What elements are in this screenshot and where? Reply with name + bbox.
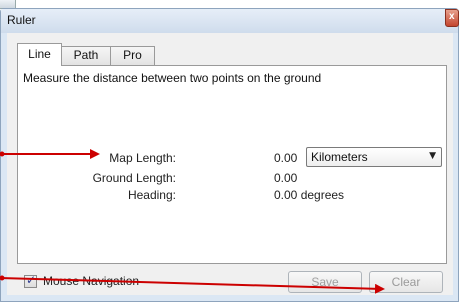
- ground-length-value: 0.00: [274, 171, 298, 185]
- chevron-down-icon: ▼: [429, 151, 436, 161]
- mouse-navigation-checkbox[interactable]: ✓: [24, 273, 37, 288]
- panel-description: Measure the distance between two points …: [23, 71, 322, 85]
- close-icon: x: [449, 11, 455, 22]
- close-button[interactable]: x: [445, 9, 459, 27]
- ground-length-label: Ground Length:: [92, 171, 176, 185]
- heading-label: Heading:: [127, 188, 176, 202]
- dialog-footer: ✓ Mouse Navigation Save Clear: [7, 269, 453, 295]
- clear-button[interactable]: Clear: [369, 271, 443, 293]
- line-tab-panel: Measure the distance between two points …: [17, 65, 447, 264]
- tab-line[interactable]: Line: [17, 43, 62, 66]
- units-select-value: Kilometers: [311, 150, 368, 164]
- screenshot-stage: Ruler x Line Path Pro Measure the distan…: [0, 0, 459, 302]
- title-bar[interactable]: Ruler x: [1, 9, 459, 33]
- dialog-client-area: Line Path Pro Measure the distance betwe…: [7, 33, 453, 295]
- heading-value: 0.00 degrees: [274, 188, 345, 202]
- tab-path[interactable]: Path: [61, 46, 111, 65]
- save-button[interactable]: Save: [288, 271, 362, 293]
- map-length-label: Map Length:: [109, 151, 176, 165]
- map-length-value: 0.00: [274, 151, 298, 165]
- tab-pro[interactable]: Pro: [110, 46, 155, 65]
- mouse-navigation-label[interactable]: Mouse Navigation: [43, 274, 139, 288]
- units-select[interactable]: Kilometers ▼: [306, 147, 442, 167]
- ruler-dialog: Ruler x Line Path Pro Measure the distan…: [0, 8, 459, 302]
- window-title: Ruler: [7, 13, 36, 27]
- checkmark-icon: ✓: [26, 273, 37, 287]
